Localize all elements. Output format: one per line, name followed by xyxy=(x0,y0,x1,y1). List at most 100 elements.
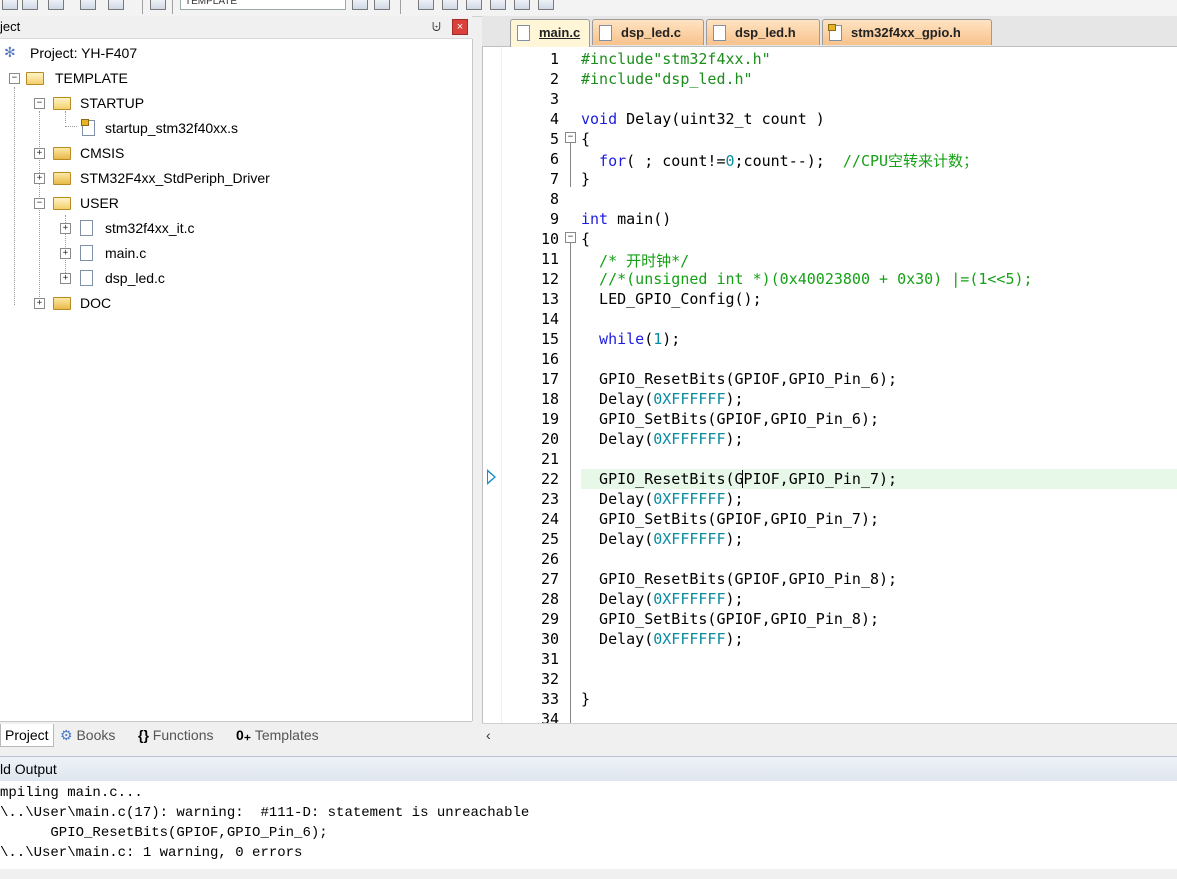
download-icon[interactable] xyxy=(150,0,166,10)
code-number: 0XFFFFFF xyxy=(653,430,726,448)
folder-icon xyxy=(53,147,71,160)
code-line: } xyxy=(581,170,591,188)
tree-item-startup[interactable]: − STARTUP xyxy=(0,91,470,115)
text-cursor xyxy=(742,470,743,488)
toolbar-button-2[interactable] xyxy=(22,0,38,10)
code-line: int main() xyxy=(581,210,671,228)
expand-icon[interactable]: + xyxy=(60,273,71,284)
tree-item-template[interactable]: − TEMPLATE xyxy=(0,66,470,90)
manage-icon[interactable] xyxy=(374,0,390,10)
code-line: /* 开时钟*/ xyxy=(581,252,690,270)
line-number: 22 xyxy=(540,470,559,488)
code-comment: //CPU空转来计数； xyxy=(842,152,979,170)
line-number: 20 xyxy=(540,430,559,448)
code-line: Delay(0XFFFFFF); xyxy=(581,490,744,508)
collapse-icon[interactable]: − xyxy=(34,98,45,109)
line-number: 30 xyxy=(540,630,559,648)
fold-line xyxy=(570,243,571,723)
line-number: 10 xyxy=(540,230,559,248)
target-select[interactable]: TEMPLATE xyxy=(180,0,346,10)
editor-gutter xyxy=(483,47,502,723)
code-line: } xyxy=(581,690,591,708)
tab-functions[interactable]: {} Functions xyxy=(134,724,218,746)
expand-icon[interactable]: + xyxy=(34,298,45,309)
file-icon xyxy=(517,25,530,41)
code-line: LED_GPIO_Config(); xyxy=(581,290,762,308)
toolbar-button-9[interactable] xyxy=(490,0,506,10)
project-tree: ✻ Project: YH-F407 − TEMPLATE − STARTUP … xyxy=(0,39,473,721)
expand-icon[interactable]: + xyxy=(34,173,45,184)
tree-item-user-file3[interactable]: + dsp_led.c xyxy=(0,266,470,290)
line-number: 6 xyxy=(549,150,559,168)
close-icon[interactable]: × xyxy=(452,19,468,35)
tree-item-project[interactable]: ✻ Project: YH-F407 xyxy=(0,41,470,65)
code-text: Delay( xyxy=(581,530,654,548)
editor-tab-dsp-led-h[interactable]: dsp_led.h xyxy=(706,19,820,45)
code-text: ( xyxy=(644,330,654,348)
build-output-line: \..\User\main.c(17): warning: #111-D: st… xyxy=(0,805,530,821)
tree-item-startup-file[interactable]: startup_stm32f40xx.s xyxy=(0,116,470,140)
code-number: 0XFFFFFF xyxy=(653,390,726,408)
code-text: ); xyxy=(725,530,744,548)
tree-item-user-file1[interactable]: + stm32f4xx_it.c xyxy=(0,216,470,240)
tree-item-user-file2[interactable]: + main.c xyxy=(0,241,470,265)
build-output-line: mpiling main.c... xyxy=(0,785,143,801)
build-output-panel[interactable]: mpiling main.c... \..\User\main.c(17): w… xyxy=(0,781,1177,879)
toolbar-separator xyxy=(172,0,173,14)
toolbar-button-8[interactable] xyxy=(466,0,482,10)
toolbar-button-7[interactable] xyxy=(442,0,458,10)
code-keyword: for xyxy=(581,152,627,170)
editor-tab-main-c[interactable]: main.c xyxy=(510,19,590,47)
tree-item-user[interactable]: − USER xyxy=(0,191,470,215)
line-number: 8 xyxy=(549,190,559,208)
collapse-icon[interactable]: − xyxy=(34,198,45,209)
toolbar-button-10[interactable] xyxy=(514,0,530,10)
line-number: 9 xyxy=(549,210,559,228)
tree-item-label: DOC xyxy=(80,295,112,311)
tree-item-label: STM32F4xx_StdPeriph_Driver xyxy=(80,170,270,186)
project-icon: ✻ xyxy=(4,44,16,60)
toolbar-button-6[interactable] xyxy=(418,0,434,10)
file-icon xyxy=(80,220,93,236)
expand-icon[interactable]: + xyxy=(60,248,71,259)
tree-item-cmsis[interactable]: + CMSIS xyxy=(0,141,470,165)
toolbar-button-1[interactable] xyxy=(2,0,18,10)
code-line: GPIO_SetBits(GPIOF,GPIO_Pin_6); xyxy=(581,410,880,428)
editor-tab-stm32f4xx-gpio-h[interactable]: stm32f4xx_gpio.h xyxy=(822,19,992,45)
tab-templates[interactable]: 0₊ Templates xyxy=(232,724,323,746)
scroll-left-icon[interactable]: ‹ xyxy=(486,727,491,743)
editor-tab-dsp-led-c[interactable]: dsp_led.c xyxy=(592,19,704,45)
tab-project[interactable]: Project xyxy=(0,724,54,747)
fold-icon[interactable]: − xyxy=(565,132,576,143)
code-line: Delay(0XFFFFFF); xyxy=(581,530,744,548)
tree-item-label: Project: YH-F407 xyxy=(30,45,138,61)
expand-icon[interactable]: + xyxy=(34,148,45,159)
project-panel-title: ject xyxy=(0,19,21,34)
tab-books[interactable]: ⚙ Books xyxy=(56,724,119,746)
target-options-icon[interactable] xyxy=(352,0,368,10)
editor-horizontal-scrollbar[interactable]: ‹ xyxy=(482,723,1177,747)
folder-open-icon xyxy=(53,197,71,210)
tree-item-doc[interactable]: + DOC xyxy=(0,291,470,315)
expand-icon[interactable]: + xyxy=(60,223,71,234)
toolbar-button-11[interactable] xyxy=(538,0,554,10)
code-number: 0XFFFFFF xyxy=(653,530,726,548)
tree-item-driver[interactable]: + STM32F4xx_StdPeriph_Driver xyxy=(0,166,470,190)
folder-icon xyxy=(53,172,71,185)
toolbar-button-5[interactable] xyxy=(108,0,124,10)
code-line: GPIO_ResetBits(GPIOF,GPIO_Pin_6); xyxy=(581,370,898,388)
tree-item-label: USER xyxy=(80,195,119,211)
toolbar-button-3[interactable] xyxy=(48,0,64,10)
fold-icon[interactable]: − xyxy=(565,232,576,243)
pin-icon[interactable]: ⨄ xyxy=(432,16,441,38)
toolbar-button-4[interactable] xyxy=(80,0,96,10)
line-number: 12 xyxy=(540,270,559,288)
tab-label: Templates xyxy=(254,727,319,743)
folder-open-icon xyxy=(53,97,71,110)
file-icon xyxy=(80,270,93,286)
code-line: Delay(0XFFFFFF); xyxy=(581,630,744,648)
code-editor[interactable]: − − 1 2 3 4 5 6 7 8 9 10 11 12 13 14 15 … xyxy=(482,47,1177,723)
code-line: #include"stm32f4xx.h" xyxy=(581,50,771,68)
collapse-icon[interactable]: − xyxy=(9,73,20,84)
functions-icon: {} xyxy=(138,727,149,743)
